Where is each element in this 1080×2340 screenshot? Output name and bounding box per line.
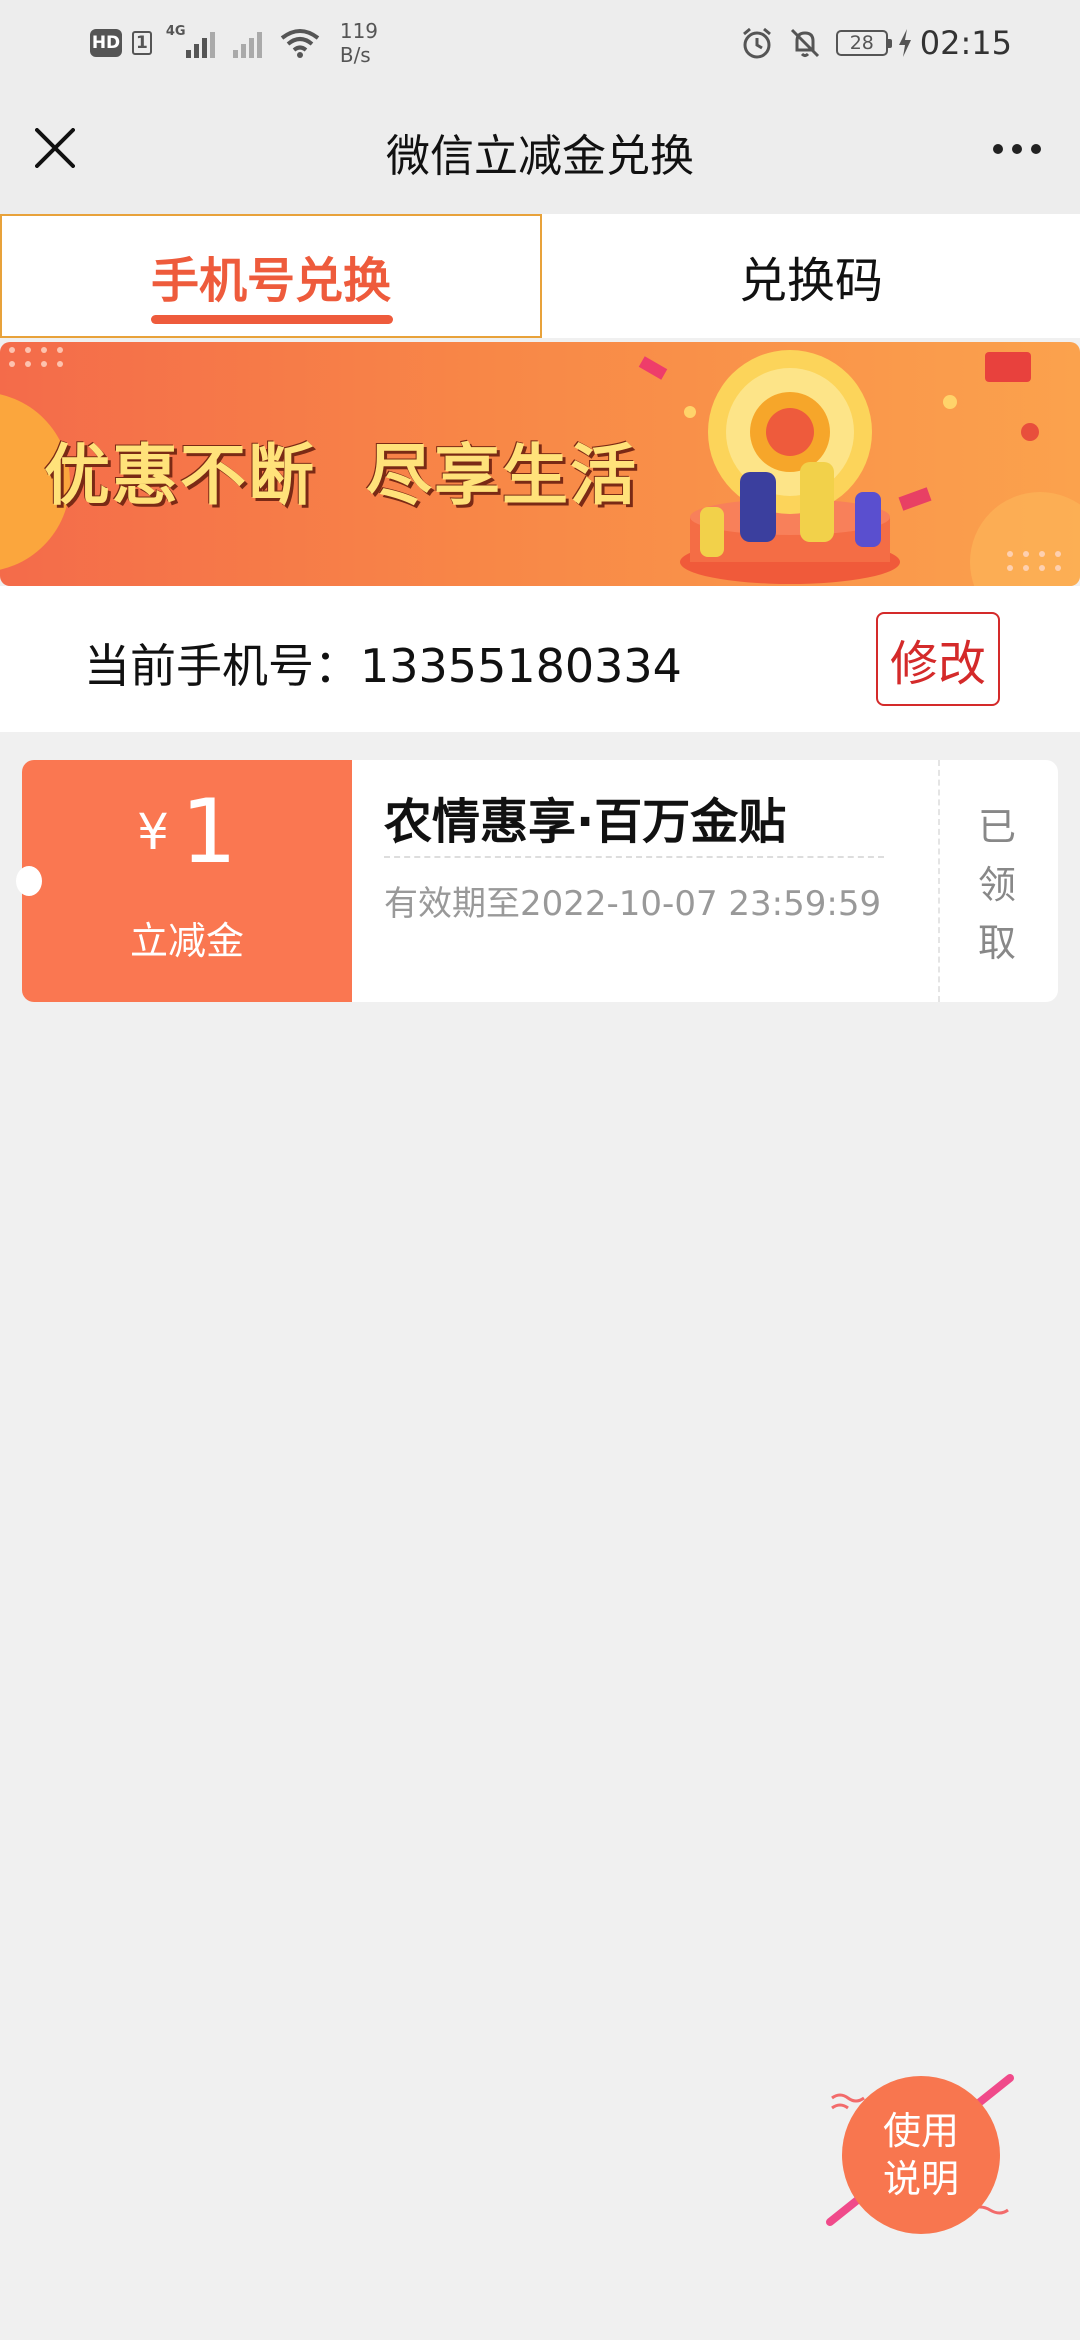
coupon-amount: ¥1 bbox=[22, 780, 352, 883]
edit-phone-button[interactable]: 修改 bbox=[876, 612, 1000, 706]
help-label-line1: 使用 bbox=[882, 2109, 959, 2153]
more-dot bbox=[1012, 144, 1022, 154]
coupon-amount-value: 1 bbox=[180, 780, 237, 883]
more-dots-icon bbox=[993, 144, 1003, 154]
network-speed-value: 119 bbox=[339, 19, 379, 43]
mute-bell-icon bbox=[790, 28, 819, 58]
tab-label: 兑换码 bbox=[738, 253, 883, 309]
coupon-value-panel: ¥1 立减金 bbox=[16, 760, 352, 1002]
status-bar: HD 1 4G 119 B/s 28 02:15 bbox=[0, 0, 1080, 84]
hd-voice-icon: HD bbox=[90, 29, 122, 57]
page-title: 微信立减金兑换 bbox=[386, 131, 694, 182]
battery-icon: 28 bbox=[835, 30, 892, 56]
sim-slot-label: 1 bbox=[132, 31, 152, 55]
network-speed: 119 B/s bbox=[340, 19, 378, 67]
coupon-separator bbox=[938, 760, 940, 1002]
help-label-line2: 说明 bbox=[882, 2157, 959, 2201]
tab-redeem-code[interactable]: 兑换码 bbox=[542, 214, 1080, 338]
coupon-status: 已 领 取 bbox=[952, 798, 1042, 972]
banner-slogan: 优惠不断 尽享生活 bbox=[44, 437, 638, 514]
coupon-details: 农情惠享·百万金贴 有效期至2022-10-07 23:59:59 已 领 取 bbox=[352, 760, 1058, 1002]
status-left: HD 1 4G 119 B/s bbox=[90, 19, 378, 67]
tab-label: 手机号兑换 bbox=[150, 253, 391, 309]
cellular-signal-icon: 4G bbox=[166, 24, 215, 58]
network-type-label: 4G bbox=[165, 24, 186, 39]
coupon-status-char: 已 bbox=[977, 805, 1016, 849]
more-options-button[interactable] bbox=[982, 124, 1052, 174]
coupon-status-char: 取 bbox=[977, 921, 1016, 965]
promo-banner[interactable]: 优惠不断 尽享生活 bbox=[0, 342, 1080, 586]
currency-symbol: ¥ bbox=[137, 802, 169, 861]
title-bar: 微信立减金兑换 bbox=[0, 84, 1080, 214]
charging-icon bbox=[898, 29, 911, 57]
coupon-divider bbox=[384, 856, 884, 858]
active-tab-indicator bbox=[151, 315, 393, 324]
coupon-notch bbox=[16, 866, 42, 896]
coupon-type-label: 立减金 bbox=[129, 919, 244, 963]
coupon-status-char: 领 bbox=[977, 863, 1016, 907]
usage-instructions-button[interactable]: 使用 说明 bbox=[820, 2070, 1020, 2240]
coupon-card[interactable]: ¥1 立减金 农情惠享·百万金贴 有效期至2022-10-07 23:59:59… bbox=[16, 760, 1058, 1002]
status-right: 28 02:15 bbox=[740, 20, 1012, 66]
clock: 02:15 bbox=[919, 24, 1012, 62]
tab-bar: 手机号兑换 兑换码 bbox=[0, 214, 1080, 338]
current-phone-label: 当前手机号：13355180334 bbox=[84, 639, 682, 693]
coupon-title: 农情惠享·百万金贴 bbox=[384, 794, 787, 850]
tab-phone-exchange[interactable]: 手机号兑换 bbox=[0, 214, 542, 338]
help-circle: 使用 说明 bbox=[842, 2076, 1000, 2234]
alarm-icon bbox=[742, 27, 771, 59]
network-speed-unit: B/s bbox=[339, 43, 371, 67]
current-phone-row: 当前手机号：13355180334 修改 bbox=[0, 586, 1080, 732]
coupon-expiry: 有效期至2022-10-07 23:59:59 bbox=[384, 884, 882, 924]
wifi-icon bbox=[280, 29, 320, 58]
cellular-signal-2-icon bbox=[232, 28, 262, 58]
more-dot bbox=[1031, 144, 1041, 154]
